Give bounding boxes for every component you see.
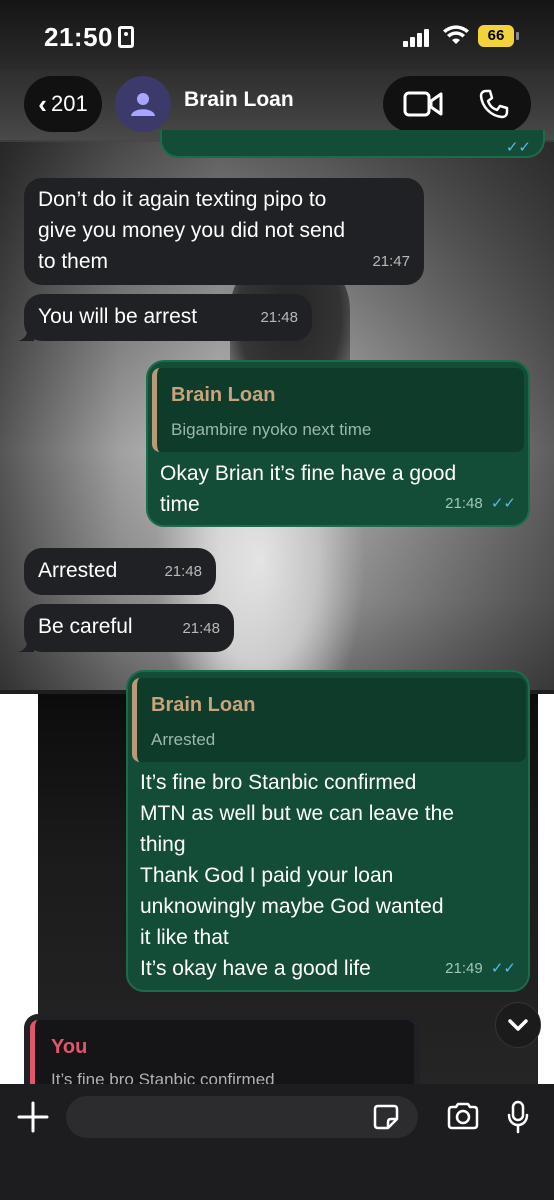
reply-quote[interactable]: Brain Loan Bigambire nyoko next time <box>152 368 524 452</box>
avatar[interactable] <box>115 76 171 132</box>
reply-author: You <box>51 1036 88 1058</box>
reply-text: Arrested <box>151 730 216 749</box>
status-time: 21:50 <box>44 22 113 52</box>
read-ticks-icon: ✓✓ <box>505 139 531 156</box>
sticker-icon[interactable] <box>373 1104 399 1130</box>
status-bar: 21:50 66 <box>0 0 554 70</box>
video-camera-icon[interactable] <box>403 89 443 119</box>
read-ticks-icon: ✓✓ <box>490 495 516 512</box>
message-text: unknowingly maybe God wanted <box>140 895 444 918</box>
id-card-icon <box>118 26 134 48</box>
microphone-icon[interactable] <box>506 1100 530 1134</box>
cellular-signal-icon <box>403 27 433 47</box>
message-text: It’s fine bro Stanbic confirmed <box>140 771 417 794</box>
message-time: 21:49 <box>445 960 483 977</box>
person-icon <box>131 93 155 116</box>
bubble-tail <box>18 636 34 652</box>
reply-text: Bigambire nyoko next time <box>171 420 372 439</box>
unread-count: 201 <box>50 91 88 116</box>
reply-quote[interactable]: Brain Loan Arrested <box>132 678 526 762</box>
camera-icon[interactable] <box>446 1102 480 1130</box>
message-time-row: 21:48 ✓✓ <box>445 488 516 519</box>
message-time-row: 21:49 ✓✓ <box>445 953 516 984</box>
message-input[interactable] <box>66 1096 418 1138</box>
message-composer <box>0 1084 554 1200</box>
message-bubble-incoming[interactable]: Be careful 21:48 <box>18 604 234 652</box>
message-text: MTN as well but we can leave the <box>140 802 454 825</box>
read-ticks-icon: ✓✓ <box>490 960 516 977</box>
scroll-to-bottom-button[interactable] <box>495 1002 541 1048</box>
message-bubble-partial[interactable]: ✓✓ <box>160 130 545 158</box>
message-time: 21:48 <box>260 309 298 326</box>
message-text: Be careful <box>38 615 133 638</box>
message-text: You will be arrest <box>38 305 198 328</box>
message-text: Thank God I paid your loan <box>140 864 394 887</box>
message-time: 21:48 <box>182 620 220 637</box>
back-button[interactable]: ‹ 201 <box>24 76 102 132</box>
contact-name[interactable]: Brain Loan <box>184 88 294 112</box>
message-bubble-incoming[interactable]: You will be arrest 21:48 <box>18 294 312 341</box>
message-bubble-incoming[interactable]: Don’t do it again texting pipo to give y… <box>24 178 424 285</box>
chevron-down-icon <box>508 1019 528 1031</box>
message-time: 21:48 <box>164 563 202 580</box>
message-text: give you money you did not send <box>38 219 346 242</box>
message-text: Don’t do it again texting pipo to <box>38 188 327 211</box>
message-text: It’s okay have a good life <box>140 957 371 980</box>
wifi-icon <box>443 25 469 44</box>
message-text: Okay Brian it’s fine have a good <box>160 462 457 485</box>
bubble-tail <box>18 325 34 341</box>
message-text: Arrested <box>38 559 118 582</box>
reply-author: Brain Loan <box>151 694 256 716</box>
phone-icon[interactable] <box>478 88 510 120</box>
message-text: time <box>160 493 200 516</box>
chevron-left-icon: ‹ <box>38 88 47 119</box>
message-text: thing <box>140 833 186 856</box>
message-text: to them <box>38 250 109 273</box>
message-text: it like that <box>140 926 229 949</box>
reply-author: Brain Loan <box>171 384 276 406</box>
message-bubble-incoming[interactable]: Arrested 21:48 <box>24 548 216 595</box>
message-time: 21:47 <box>372 253 410 270</box>
message-bubble-outgoing[interactable]: Brain Loan Bigambire nyoko next time Oka… <box>146 360 530 527</box>
message-time: 21:48 <box>445 495 483 512</box>
battery-icon: 66 <box>478 25 519 47</box>
message-bubble-outgoing[interactable]: Brain Loan Arrested It’s fine bro Stanbi… <box>126 670 530 992</box>
plus-icon[interactable] <box>16 1100 50 1134</box>
call-actions <box>383 76 531 132</box>
